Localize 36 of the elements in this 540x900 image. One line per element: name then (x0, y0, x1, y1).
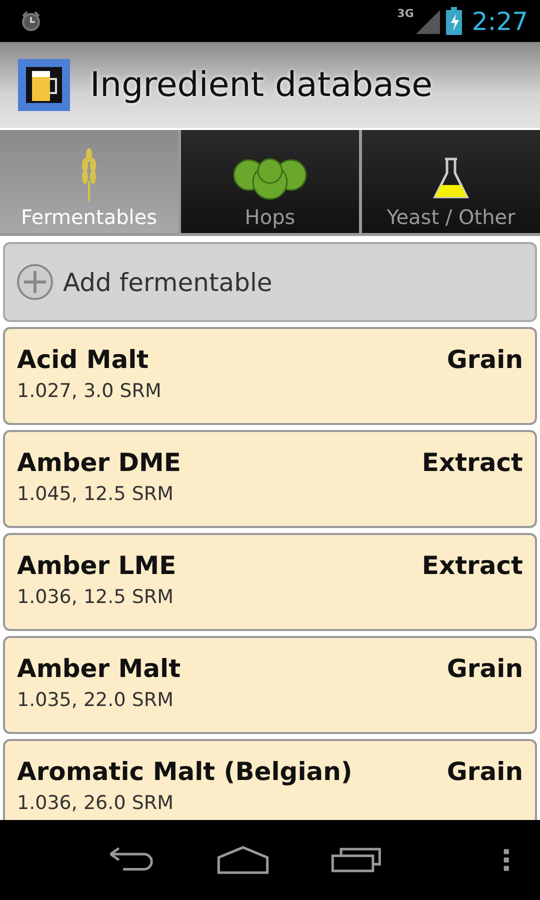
ingredient-card[interactable]: Acid Malt Grain 1.027, 3.0 SRM (3, 327, 537, 425)
ingredient-name: Amber Malt (17, 654, 181, 683)
ingredient-details: 1.036, 12.5 SRM (17, 586, 174, 608)
ingredient-type: Extract (422, 551, 523, 580)
ingredient-type: Grain (446, 654, 523, 683)
alarm-icon (20, 10, 42, 32)
beer-mug-icon (18, 59, 70, 111)
ingredient-details: 1.036, 26.0 SRM (17, 792, 174, 814)
clock: 2:27 (472, 6, 528, 36)
ingredient-type: Grain (446, 757, 523, 786)
home-icon[interactable] (216, 843, 269, 877)
ingredient-details: 1.027, 3.0 SRM (17, 380, 162, 402)
ingredient-type: Extract (422, 448, 523, 477)
signal-icon (414, 8, 440, 34)
ingredient-details: 1.045, 12.5 SRM (17, 483, 174, 505)
hops-icon (232, 157, 308, 201)
battery-icon (446, 7, 462, 35)
ingredient-name: Aromatic Malt (Belgian) (17, 757, 352, 786)
ingredient-card[interactable]: Amber LME Extract 1.036, 12.5 SRM (3, 533, 537, 631)
ingredient-name: Amber LME (17, 551, 176, 580)
recents-icon[interactable] (330, 845, 382, 875)
ingredient-details: 1.035, 22.0 SRM (17, 689, 174, 711)
ingredient-name: Acid Malt (17, 345, 149, 374)
ingredient-card[interactable]: Amber DME Extract 1.045, 12.5 SRM (3, 430, 537, 528)
add-fermentable-button[interactable]: Add fermentable (3, 242, 537, 322)
ingredient-name: Amber DME (17, 448, 181, 477)
ingredient-type: Grain (446, 345, 523, 374)
app-title: Ingredient database (90, 65, 433, 105)
ingredient-card[interactable]: Aromatic Malt (Belgian) Grain 1.036, 26.0 SRM (3, 739, 537, 820)
tab[interactable]: Hops (181, 130, 359, 233)
overflow-menu-icon[interactable] (503, 847, 510, 873)
tab[interactable]: Yeast / Other (362, 130, 540, 233)
flask-icon (431, 157, 471, 201)
ingredient-card[interactable]: Amber Malt Grain 1.035, 22.0 SRM (3, 636, 537, 734)
plus-circle-icon (15, 262, 55, 302)
network-label: 3G (397, 7, 414, 20)
